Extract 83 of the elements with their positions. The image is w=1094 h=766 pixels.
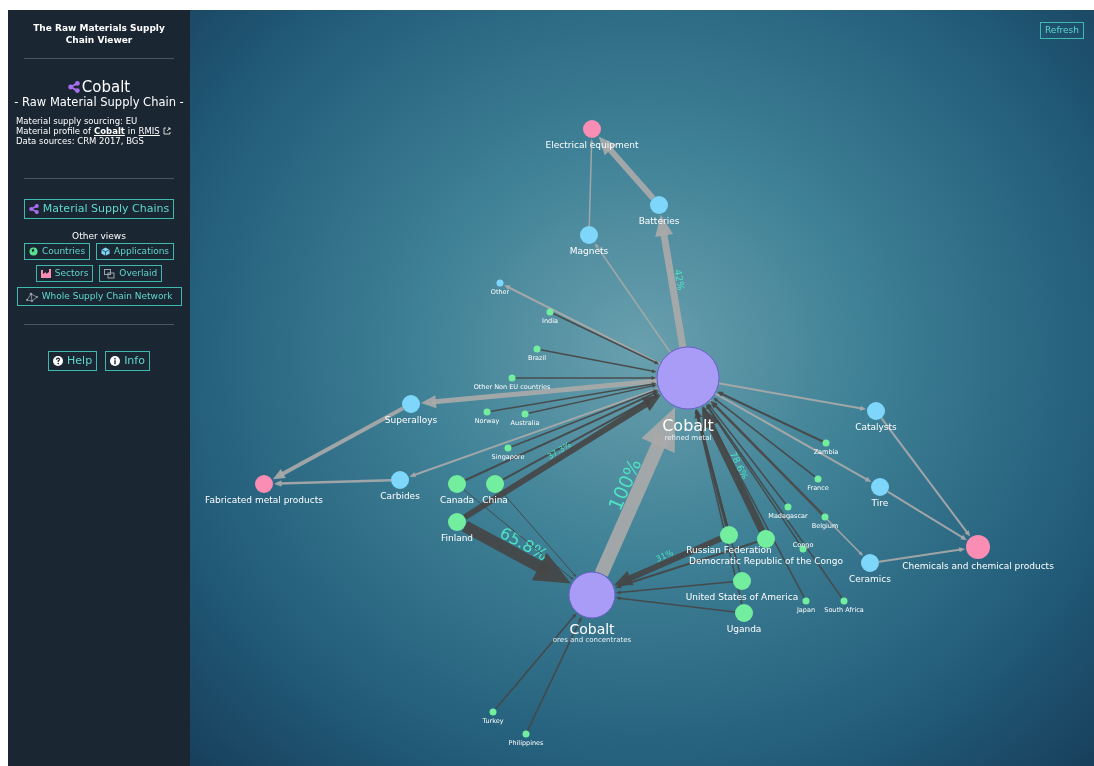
node-label: Cobalt [569, 621, 615, 637]
share-icon [67, 81, 80, 93]
view-button[interactable]: Overlaid [99, 265, 163, 282]
country-node[interactable] [757, 530, 775, 548]
country-node[interactable] [533, 345, 541, 353]
country-node[interactable] [486, 475, 504, 493]
country-node[interactable] [448, 513, 466, 531]
view-button[interactable]: Sectors [35, 265, 94, 282]
country-node[interactable] [546, 308, 554, 316]
material-node[interactable] [656, 346, 720, 410]
country-node[interactable] [735, 604, 753, 622]
sector-node[interactable] [255, 475, 273, 493]
node-label: Finland [440, 533, 474, 543]
country-node[interactable] [504, 444, 512, 452]
node-label: Chemicals and chemical products [902, 561, 1054, 571]
application-node[interactable] [580, 226, 598, 244]
subtitle: - Raw Material Supply Chain - [14, 95, 184, 109]
layers-icon [104, 268, 116, 279]
application-node[interactable] [861, 554, 879, 572]
sourcing-text: Material supply sourcing: EU [16, 116, 139, 126]
view-button[interactable]: Whole Supply Chain Network [16, 287, 182, 306]
external-link-icon [162, 127, 171, 135]
material-link[interactable]: Cobalt [94, 126, 125, 136]
country-node[interactable] [483, 408, 491, 416]
data-sources-text: Data sources: CRM 2017, BGS [16, 136, 145, 146]
application-node[interactable] [650, 196, 668, 214]
node-label: Democratic Republic of the Congo [689, 556, 843, 566]
application-node[interactable] [871, 478, 889, 496]
sector-node[interactable] [966, 535, 990, 559]
help-button[interactable]: Help [48, 351, 98, 371]
network-icon [25, 291, 38, 302]
node-label: Tire [871, 498, 889, 508]
info-icon [110, 356, 121, 366]
country-node[interactable] [733, 572, 751, 590]
country-node[interactable] [822, 439, 830, 447]
globe-icon [28, 247, 38, 256]
rmis-link[interactable]: RMIS [138, 126, 160, 136]
material-title: Cobalt [81, 79, 131, 95]
node-label: United States of America [685, 592, 799, 602]
node-label: Uganda [726, 624, 762, 634]
flow-label: 31% [654, 547, 675, 564]
node-label: China [482, 495, 508, 505]
node-label: Electrical equipment [545, 140, 639, 150]
application-node[interactable] [391, 471, 409, 489]
node-label: Superalloys [384, 415, 438, 425]
help-icon [53, 356, 64, 366]
country-node[interactable] [508, 374, 516, 382]
country-node[interactable] [489, 708, 497, 716]
view-button[interactable]: Material Supply Chains [23, 199, 175, 219]
app-title: The Raw Materials Supply Chain Viewer [32, 22, 166, 46]
view-button[interactable]: Countries [23, 243, 91, 260]
country-node[interactable] [784, 503, 792, 511]
country-node[interactable] [821, 513, 829, 521]
node-label: Magnets [569, 246, 609, 256]
factory-icon [40, 269, 51, 278]
node-label: Fabricated metal products [205, 495, 323, 505]
country-node[interactable] [840, 597, 848, 605]
share-icon [28, 204, 39, 214]
profile-text: Material profile of Cobalt in RMIS [16, 126, 182, 136]
cube-icon [101, 247, 111, 256]
sector-node[interactable] [583, 120, 601, 138]
country-node[interactable] [720, 526, 738, 544]
flow-label: 42% [672, 268, 687, 292]
country-node[interactable] [802, 597, 810, 605]
country-node[interactable] [448, 475, 466, 493]
info-button[interactable]: Info [105, 351, 150, 371]
node-label: Catalysts [855, 422, 897, 432]
flow-label: 100% [603, 455, 646, 514]
view-button[interactable]: Applications [96, 243, 175, 260]
application-node[interactable] [496, 279, 504, 287]
refresh-button[interactable]: Refresh [1040, 22, 1084, 39]
node-label: Canada [439, 495, 475, 505]
other-views-label: Other views [72, 230, 126, 242]
country-node[interactable] [814, 475, 822, 483]
country-node[interactable] [522, 730, 530, 738]
node-label: Ceramics [849, 574, 891, 584]
application-node[interactable] [867, 402, 885, 420]
node-label: Batteries [638, 216, 680, 226]
node-label: Russian Federation [686, 545, 772, 555]
country-node[interactable] [521, 410, 529, 418]
material-node[interactable] [568, 571, 616, 619]
node-label: Carbides [380, 491, 420, 501]
application-node[interactable] [402, 395, 420, 413]
